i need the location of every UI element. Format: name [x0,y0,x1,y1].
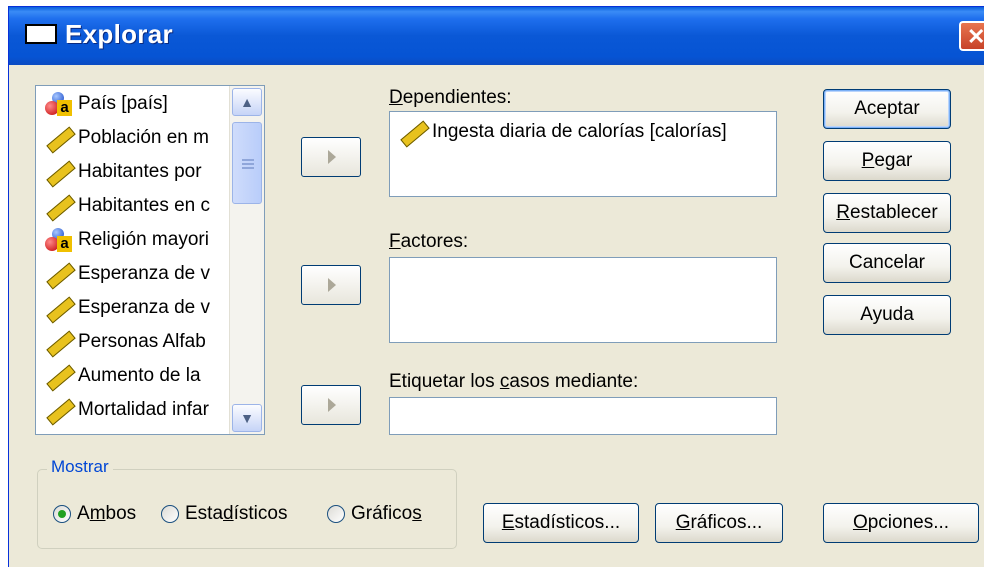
label-cases-label: Etiquetar los casos mediante: [389,371,639,392]
scroll-up-button[interactable]: ▲ [232,88,262,116]
options-button[interactable]: Opciones... [823,503,979,543]
close-button[interactable]: ✕ [959,21,984,51]
variable-label: Habitantes por [78,161,202,182]
plots-button[interactable]: Gráficos... [655,503,783,543]
variable-label: Aumento de la [78,365,201,386]
radio-unselected-icon [161,505,179,523]
variable-label: Esperanza de v [78,297,211,318]
cancel-button[interactable]: Cancelar [823,243,951,283]
scale-variable-icon [44,125,76,154]
dependents-list[interactable]: Ingesta diaria de calorías [calorías] [389,111,777,197]
radio-plots[interactable]: Gráficos [327,503,422,525]
variable-label: Personas Alfab [78,331,206,352]
list-item[interactable]: Esperanza de v [44,292,210,324]
list-item[interactable]: Población en m [44,122,209,154]
scale-variable-icon [398,119,430,148]
scroll-down-button[interactable]: ▼ [232,404,262,432]
label-cases-field[interactable] [389,397,777,435]
radio-both-label: Ambos [77,503,137,524]
dependents-label: Dependientes: [389,87,512,108]
variable-label: País [país] [78,93,168,114]
list-item[interactable]: Habitantes por [44,156,202,188]
list-item[interactable]: Ingesta diaria de calorías [calorías] [398,116,727,148]
scale-variable-icon [44,363,76,392]
variable-label: Mortalidad infar [78,399,209,420]
dialog-body: a País [país] Población en m Habitantes … [9,65,984,567]
list-item[interactable]: Esperanza de v [44,258,210,290]
explore-dialog: Explorar ✕ a País [país] Población en m … [8,6,984,567]
scale-variable-icon [44,295,76,324]
radio-unselected-icon [327,505,345,523]
radio-selected-icon [53,505,71,523]
move-to-factors-button[interactable] [301,265,361,305]
help-button[interactable]: Ayuda [823,295,951,335]
variable-label: Ingesta diaria de calorías [calorías] [432,121,727,142]
list-item[interactable]: Personas Alfab [44,326,206,358]
list-item[interactable]: Habitantes en c [44,190,210,222]
list-item[interactable]: a Religión mayori [44,224,209,256]
radio-statistics[interactable]: Estadísticos [161,503,287,525]
nominal-variable-icon: a [44,227,74,253]
source-variable-list[interactable]: a País [país] Población en m Habitantes … [35,85,265,435]
arrow-right-icon [328,278,336,292]
scale-variable-icon [44,193,76,222]
radio-both[interactable]: Ambos [53,503,136,525]
statistics-button[interactable]: Estadísticos... [483,503,639,543]
reset-button[interactable]: Restablecer [823,193,951,233]
variable-label: Esperanza de v [78,263,211,284]
vertical-scrollbar[interactable]: ▲ ▼ [229,86,264,434]
move-to-label-cases-button[interactable] [301,385,361,425]
accept-button[interactable]: Aceptar [823,89,951,129]
radio-statistics-label: Estadísticos [185,503,288,524]
move-to-dependents-button[interactable] [301,137,361,177]
list-item[interactable]: Aumento de la [44,360,201,392]
scale-variable-icon [44,159,76,188]
arrow-right-icon [328,150,336,164]
window-title: Explorar [65,19,173,49]
title-bar[interactable]: Explorar ✕ [9,7,984,65]
list-item[interactable]: Mortalidad infar [44,394,209,426]
window-icon [25,24,57,44]
list-item[interactable]: a País [país] [44,88,168,120]
factors-label: Factores: [389,231,469,252]
radio-plots-label: Gráficos [351,503,422,524]
scale-variable-icon [44,261,76,290]
variable-label: Habitantes en c [78,195,211,216]
variable-label: Religión mayori [78,229,209,250]
factors-list[interactable] [389,257,777,343]
display-legend: Mostrar [47,457,113,477]
scroll-thumb[interactable] [232,122,262,204]
paste-button[interactable]: Pegar [823,141,951,181]
arrow-right-icon [328,398,336,412]
scale-variable-icon [44,329,76,358]
nominal-variable-icon: a [44,91,74,117]
variable-label: Población en m [78,127,209,148]
scale-variable-icon [44,397,76,426]
